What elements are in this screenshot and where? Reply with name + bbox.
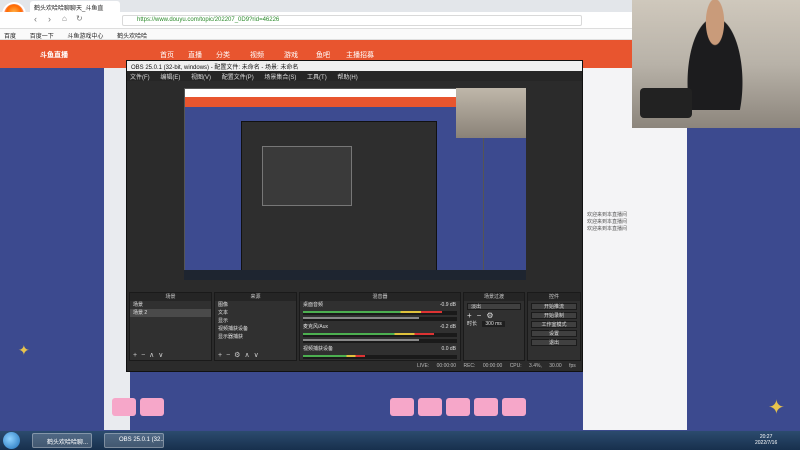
gift-icon[interactable] (446, 398, 470, 416)
gift-icon[interactable] (390, 398, 414, 416)
scene-toolbar[interactable]: +−∧∨ (130, 351, 211, 360)
obs-status-bar: LIVE: 00:00:00 REC: 00:00:00 CPU: 3.4%, … (127, 362, 582, 371)
volume-slider[interactable] (303, 317, 457, 321)
duration-input[interactable]: 300 ms (482, 321, 505, 327)
mixer-channel-label: 视频捕获设备 0.0 dB (303, 346, 456, 352)
source-item[interactable]: 显示 (215, 317, 296, 325)
star-decoration-icon: ✦ (768, 397, 785, 419)
cpu-fps: CPU: 3.4%, 30.00 fps (509, 363, 576, 369)
sources-header: 来源 (215, 293, 296, 301)
browser-tab-bar: 鹤头欢哈哈聊聊天_斗鱼直 (0, 0, 640, 12)
nav-item[interactable]: 主播招募 (346, 50, 374, 60)
transitions-header: 场景过渡 (464, 293, 524, 301)
taskbar-browser[interactable]: 鹤头欢哈哈聊... (32, 433, 92, 448)
nested-obs-window (262, 146, 352, 206)
nav-item[interactable]: 视频 (250, 50, 264, 60)
volume-slider[interactable] (303, 339, 457, 343)
source-item[interactable]: 显示器捕获 (215, 333, 296, 341)
nested-site-header (185, 97, 485, 107)
forward-icon[interactable]: › (48, 14, 51, 24)
studio-mode-button[interactable]: 工作室模式 (531, 321, 577, 328)
system-clock[interactable]: 20:27 2022/7/16 (755, 434, 777, 446)
windows-taskbar: 鹤头欢哈哈聊... OBS 25.0.1 (32... 20:27 2022/7… (0, 431, 800, 450)
obs-title-bar: OBS 25.0.1 (32-bit, windows) - 配置文件: 未命名… (127, 61, 582, 71)
live-timer: LIVE: 00:00:00 (417, 363, 457, 369)
back-icon[interactable]: ‹ (34, 14, 37, 24)
chat-line: 欢迎来到本直播间 (587, 219, 628, 225)
sources-dock: 来源 图像 文本 显示 视频捕获设备 显示器捕获 +−⚙∧∨ (214, 292, 297, 361)
gift-icon[interactable] (112, 398, 136, 416)
obs-preview[interactable] (184, 88, 526, 280)
gift-icon[interactable] (140, 398, 164, 416)
nav-item[interactable]: 首页 (160, 50, 174, 60)
chat-line: 欢迎来到本直播间 (587, 212, 628, 218)
menu-scene-collection[interactable]: 场景集合(S) (264, 75, 296, 81)
duration-row: 时长 300 ms (464, 320, 524, 328)
address-bar[interactable]: https://www.douyu.com/topic/202207_0D9?r… (122, 15, 582, 26)
scenes-header: 场景 (130, 293, 211, 301)
start-streaming-button[interactable]: 开始推流 (531, 303, 577, 310)
star-decoration-icon: ✦ (18, 342, 30, 358)
source-toolbar[interactable]: +−⚙∧∨ (215, 351, 296, 360)
browser-nav-bar: ‹ › ⌂ ↻ https://www.douyu.com/topic/2022… (0, 12, 640, 29)
arcade-controller-image (640, 88, 692, 118)
nav-item[interactable]: 直播 (188, 50, 202, 60)
controls-header: 控件 (528, 293, 580, 301)
source-item[interactable]: 图像 (215, 301, 296, 309)
mixer-channel-label: 麦克风/Aux -0.2 dB (303, 324, 456, 330)
bookmarks-bar: 百度 百度一下 斗鱼游戏中心 鹤头欢哈哈 (0, 29, 640, 40)
gift-icon[interactable] (474, 398, 498, 416)
gift-icon[interactable] (502, 398, 526, 416)
scenes-dock: 场景 场景 场景 2 +−∧∨ (129, 292, 212, 361)
nav-item[interactable]: 鱼吧 (316, 50, 330, 60)
menu-view[interactable]: 视图(V) (191, 75, 211, 81)
controls-dock: 控件 开始推流 开始录制 工作室模式 设置 退出 (527, 292, 581, 361)
audio-meter (303, 333, 457, 337)
exit-button[interactable]: 退出 (531, 339, 577, 346)
nested-obs-window (241, 121, 437, 273)
obs-menu-bar: 文件(F) 编辑(E) 视图(V) 配置文件(P) 场景集合(S) 工具(T) … (127, 71, 582, 81)
audio-meter (303, 311, 457, 315)
menu-help[interactable]: 帮助(H) (337, 75, 357, 81)
mixer-dock: 混音器 桌面音频 -0.9 dB 麦克风/Aux -0.2 dB 视频捕获设备 … (299, 292, 461, 361)
nested-browser-bar (185, 89, 485, 97)
gift-icon[interactable] (418, 398, 442, 416)
taskbar-obs[interactable]: OBS 25.0.1 (32... (104, 433, 164, 448)
preview-capture (184, 88, 485, 280)
preview-webcam (456, 88, 526, 138)
source-item[interactable]: 视频捕获设备 (215, 325, 296, 333)
chat-list: 欢迎来到本直播间 欢迎来到本直播间 欢迎来到本直播间 (583, 210, 687, 330)
scene-item[interactable]: 场景 (130, 301, 211, 309)
menu-file[interactable]: 文件(F) (130, 75, 150, 81)
menu-profile[interactable]: 配置文件(P) (222, 75, 254, 81)
preview-taskbar (184, 270, 526, 280)
chat-line: 欢迎来到本直播间 (587, 226, 628, 232)
transition-select[interactable]: 淡出 (467, 303, 521, 310)
refresh-icon[interactable]: ↻ (76, 14, 83, 23)
nav-item[interactable]: 分类 (216, 50, 230, 60)
scene-item[interactable]: 场景 2 (130, 309, 211, 317)
browser-tab[interactable]: 鹤头欢哈哈聊聊天_斗鱼直 (30, 1, 120, 12)
transition-toolbar[interactable]: +−⚙ (464, 312, 524, 320)
start-button[interactable] (3, 432, 20, 449)
duration-label: 时长 (467, 321, 478, 327)
nav-item[interactable]: 游戏 (284, 50, 298, 60)
home-icon[interactable]: ⌂ (62, 14, 67, 23)
start-recording-button[interactable]: 开始录制 (531, 312, 577, 319)
menu-tools[interactable]: 工具(T) (307, 75, 327, 81)
transitions-dock: 场景过渡 淡出 +−⚙ 时长 300 ms (463, 292, 525, 361)
site-logo[interactable]: 斗鱼直播 (40, 50, 68, 60)
mixer-header: 混音器 (300, 293, 460, 301)
mixer-channel-label: 桌面音频 -0.9 dB (303, 302, 456, 308)
settings-button[interactable]: 设置 (531, 330, 577, 337)
rec-timer: REC: 00:00:00 (463, 363, 503, 369)
menu-edit[interactable]: 编辑(E) (160, 75, 180, 81)
obs-window: OBS 25.0.1 (32-bit, windows) - 配置文件: 未命名… (126, 60, 583, 372)
source-item[interactable]: 文本 (215, 309, 296, 317)
audio-meter (303, 355, 457, 359)
